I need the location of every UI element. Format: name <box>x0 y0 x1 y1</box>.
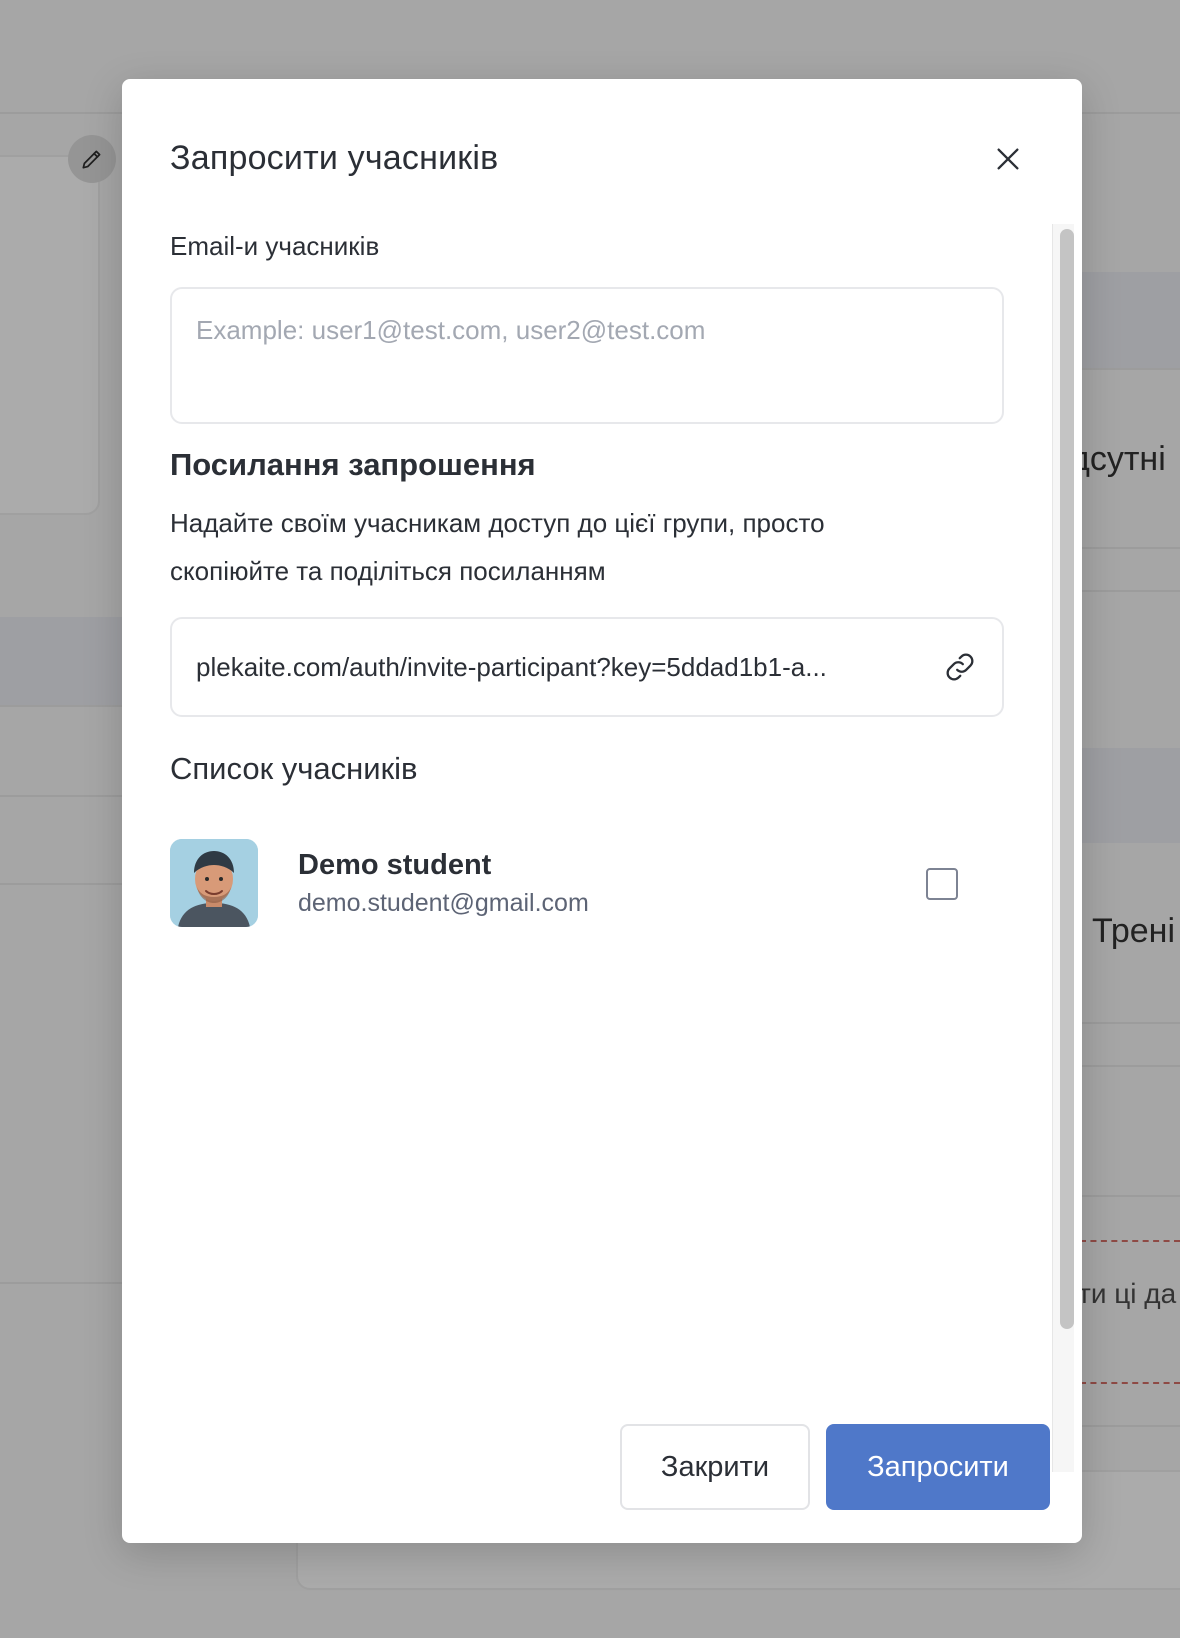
invite-link-url[interactable]: plekaite.com/auth/invite-participant?key… <box>196 652 942 683</box>
copy-link-button[interactable] <box>942 649 978 685</box>
bg-divider <box>1080 590 1180 592</box>
emails-input[interactable] <box>170 287 1004 424</box>
pencil-icon <box>68 135 116 183</box>
invite-participants-modal: Запросити учасників Email-и учасників По… <box>122 79 1082 1543</box>
scrollbar-thumb[interactable] <box>1060 229 1074 1329</box>
participant-row: Demo student demo.student@gmail.com <box>170 839 1004 927</box>
invite-button[interactable]: Запросити <box>826 1424 1050 1510</box>
bg-fragment: Трені <box>1092 912 1176 950</box>
invite-link-description-line: Надайте своїм учасникам доступ до цієї г… <box>170 508 825 538</box>
bg-divider <box>1080 368 1180 370</box>
participants-list-title: Список учасників <box>170 751 418 786</box>
avatar <box>170 839 258 927</box>
bg-band-left <box>0 617 130 705</box>
bg-divider <box>1080 1065 1180 1067</box>
link-icon <box>946 653 974 681</box>
bg-divider <box>0 883 130 885</box>
bg-divider <box>1080 1425 1180 1427</box>
participant-checkbox[interactable] <box>926 868 958 900</box>
bg-divider <box>0 795 130 797</box>
invite-link-field[interactable]: plekaite.com/auth/invite-participant?key… <box>170 617 1004 717</box>
bg-divider <box>1080 547 1180 549</box>
close-modal-button[interactable]: Закрити <box>620 1424 810 1510</box>
participant-email: demo.student@gmail.com <box>298 889 589 917</box>
bg-divider <box>1080 1022 1180 1024</box>
bg-card-left <box>0 155 100 515</box>
participant-name: Demo student <box>298 849 492 881</box>
bg-dashed-border <box>1080 1382 1180 1384</box>
close-icon <box>997 148 1019 170</box>
invite-link-title: Посилання запрошення <box>170 447 536 482</box>
bg-divider <box>0 705 130 707</box>
bg-fragment: дсутні <box>1070 440 1166 478</box>
invite-link-description: Надайте своїм учасникам доступ до цієї г… <box>170 499 970 595</box>
bg-band-right <box>1080 272 1180 368</box>
bg-band-right <box>1080 748 1180 843</box>
bg-divider <box>0 1282 130 1284</box>
bg-fragment: ти ці да <box>1078 1278 1177 1309</box>
bg-dashed-border <box>1080 1240 1180 1242</box>
emails-label: Email-и учасників <box>170 231 380 261</box>
invite-link-description-line: скопіюйте та поділіться посиланням <box>170 556 606 586</box>
bg-divider <box>1080 1195 1180 1197</box>
close-button[interactable] <box>990 141 1026 177</box>
modal-title: Запросити учасників <box>170 139 499 177</box>
